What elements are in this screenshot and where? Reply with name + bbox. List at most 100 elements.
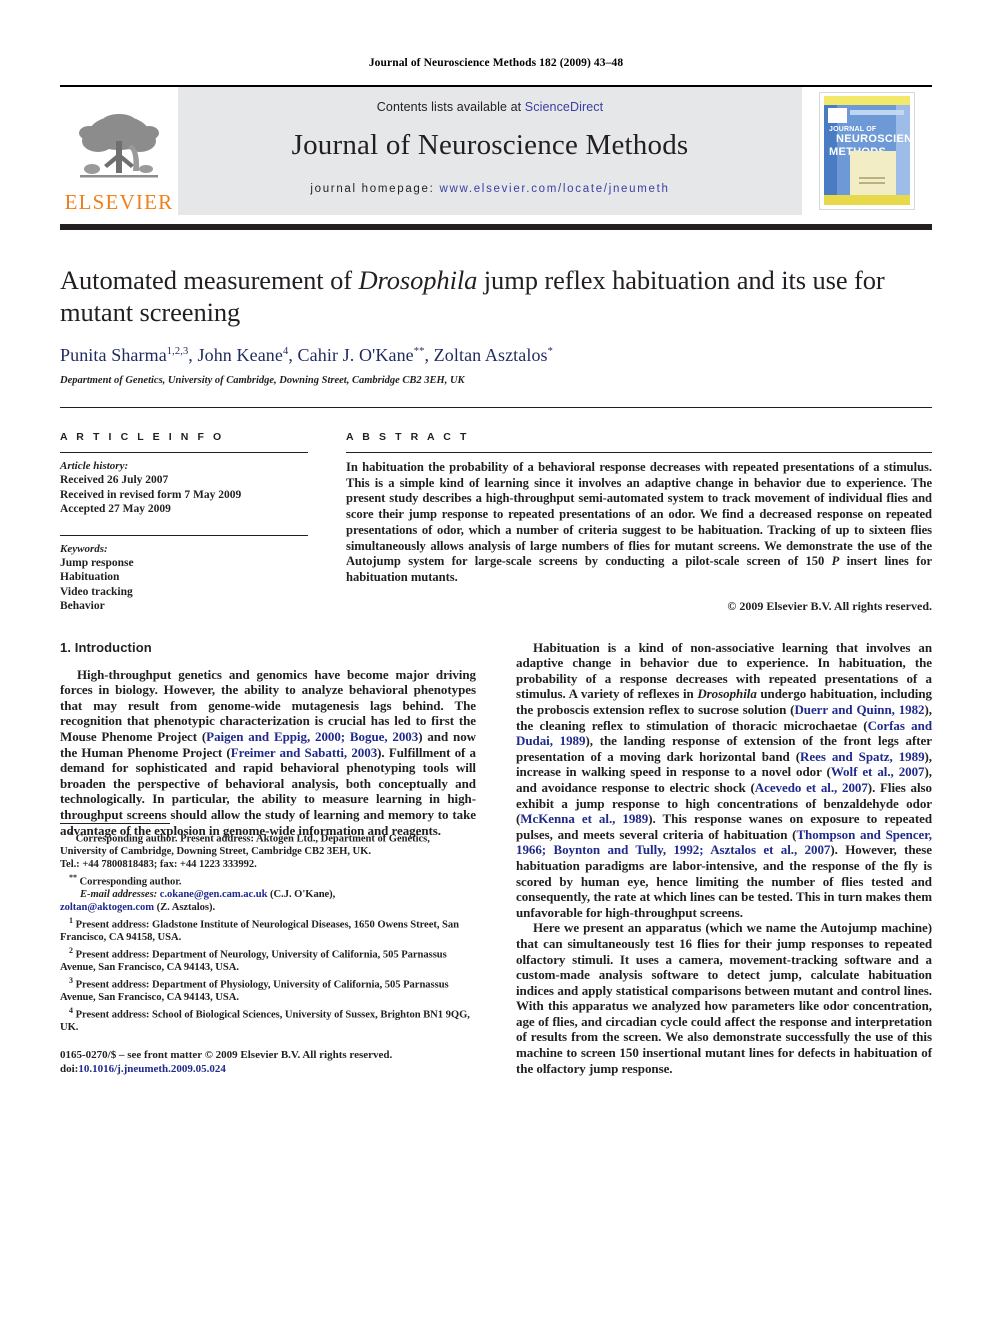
cover-title-line1: JOURNAL OF bbox=[829, 126, 877, 133]
footnote-address-4: 4 Present address: School of Biological … bbox=[60, 1005, 476, 1035]
sciencedirect-link[interactable]: ScienceDirect bbox=[525, 100, 603, 114]
author-affiliation: Department of Genetics, University of Ca… bbox=[60, 375, 465, 386]
keywords-rule bbox=[60, 534, 308, 536]
keyword-item: Jump response bbox=[60, 556, 134, 569]
cover-panel-line-1 bbox=[859, 177, 885, 179]
cover-bottom-stripe bbox=[824, 195, 910, 205]
footnote-corresponding-1: * Corresponding author. Present address:… bbox=[60, 829, 476, 859]
footnote-address-3: 3 Present address: Department of Physiol… bbox=[60, 975, 476, 1005]
cover-right-column bbox=[896, 105, 910, 205]
elsevier-wordmark: ELSEVIER bbox=[64, 190, 174, 214]
contents-prefix: Contents lists available at bbox=[376, 100, 525, 114]
history-item: Accepted 27 May 2009 bbox=[60, 503, 171, 515]
footnote-telephone: Tel.: +44 7800818483; fax: +44 1223 3339… bbox=[60, 858, 257, 870]
author-marks: 1,2,3 bbox=[166, 346, 189, 357]
homepage-url-link[interactable]: www.elsevier.com/locate/jneumeth bbox=[439, 183, 669, 195]
author-marks: * bbox=[547, 346, 554, 357]
keywords-label: Keywords: bbox=[60, 542, 108, 555]
paragraph-intro-2: Habituation is a kind of non-associative… bbox=[516, 640, 932, 921]
article-page: Journal of Neuroscience Methods 182 (200… bbox=[0, 0, 992, 1323]
title-part-1: Automated measurement of bbox=[60, 265, 359, 295]
abstract-heading: A B S T R A C T bbox=[346, 431, 470, 443]
article-history-label: Article history: bbox=[60, 460, 129, 472]
email-addresses-label: E-mail addresses: bbox=[80, 888, 158, 900]
footnote-email-line-2: zoltan@aktogen.com (Z. Asztalos). bbox=[60, 902, 476, 915]
cover-title-line2: NEUROSCIENCE bbox=[836, 133, 914, 145]
footnote-mark: ** bbox=[69, 872, 77, 882]
journal-homepage-line: journal homepage: www.elsevier.com/locat… bbox=[310, 183, 669, 195]
keywords-block: Keywords: Jump response Habituation Vide… bbox=[60, 534, 308, 614]
citation-link[interactable]: Acevedo et al., 2007 bbox=[755, 780, 868, 795]
footnote-address-1: 1 Present address: Gladstone Institute o… bbox=[60, 915, 476, 945]
citation-link[interactable]: Freimer and Sabatti, 2003 bbox=[231, 745, 378, 760]
article-info-column: A R T I C L E I N F O Article history: R… bbox=[60, 431, 308, 614]
section-heading-introduction: 1. Introduction bbox=[60, 639, 152, 655]
author-list: Punita Sharma1,2,3, John Keane4, Cahir J… bbox=[60, 345, 554, 365]
abstract-text: In habituation the probability of a beha… bbox=[346, 460, 932, 586]
paragraph-intro-1: High-throughput genetics and genomics ha… bbox=[60, 667, 476, 839]
cover-header-rule bbox=[850, 110, 904, 115]
contents-available-line: Contents lists available at ScienceDirec… bbox=[377, 100, 603, 114]
doi-link[interactable]: 10.1016/j.jneumeth.2009.05.024 bbox=[78, 1063, 226, 1075]
footnote-text: Present address: Department of Physiolog… bbox=[60, 979, 449, 1004]
author-marks: ** bbox=[413, 346, 425, 357]
footnote-mark: * bbox=[69, 829, 73, 839]
email-link-okane[interactable]: c.okane@gen.cam.ac.uk bbox=[160, 889, 268, 900]
author-marks: 4 bbox=[282, 346, 289, 357]
cover-panel-line-2 bbox=[859, 182, 885, 184]
footnote-text: Present address: School of Biological Sc… bbox=[60, 1009, 470, 1034]
author-name: Punita Sharma bbox=[60, 345, 167, 365]
title-block-divider bbox=[60, 407, 932, 408]
journal-cover-thumbnail: JOURNAL OF NEUROSCIENCE METHODS bbox=[819, 92, 915, 210]
title-block: Automated measurement of Drosophila jump… bbox=[60, 264, 932, 386]
cover-top-stripe bbox=[824, 96, 910, 105]
author-name: John Keane bbox=[197, 345, 283, 365]
abstract-column: A B S T R A C T In habituation the proba… bbox=[346, 431, 932, 614]
footnote-text: Present address: Department of Neurology… bbox=[60, 949, 447, 974]
right-column: Habituation is a kind of non-associative… bbox=[516, 640, 932, 1077]
citation-link[interactable]: Rees and Spatz, 1989 bbox=[800, 749, 925, 764]
history-item: Received in revised form 7 May 2009 bbox=[60, 488, 242, 501]
footnote-separator bbox=[60, 822, 170, 824]
footnote-email-line: E-mail addresses: c.okane@gen.cam.ac.uk … bbox=[60, 889, 476, 902]
keyword-item: Habituation bbox=[60, 571, 120, 583]
doi-line: doi:10.1016/j.jneumeth.2009.05.024 bbox=[60, 1063, 476, 1077]
abstract-part-1: In habituation the probability of a beha… bbox=[346, 460, 932, 569]
cover-cream-panel bbox=[850, 151, 896, 195]
para2-species: Drosophila bbox=[697, 686, 757, 702]
running-head: Journal of Neuroscience Methods 182 (200… bbox=[368, 57, 624, 69]
citation-link[interactable]: Duerr and Quinn, 1982 bbox=[794, 702, 924, 717]
author-name: Zoltan Asztalos bbox=[433, 345, 548, 365]
journal-cover-container: JOURNAL OF NEUROSCIENCE METHODS bbox=[802, 85, 932, 215]
citation-link[interactable]: McKenna et al., 1989 bbox=[520, 811, 648, 826]
homepage-prefix: journal homepage: bbox=[310, 183, 435, 195]
cover-publisher-mark bbox=[828, 108, 847, 123]
email-owner-okane: (C.J. O'Kane), bbox=[270, 888, 336, 900]
footnote-address-2: 2 Present address: Department of Neurolo… bbox=[60, 945, 476, 975]
elsevier-logo: ELSEVIER bbox=[60, 85, 178, 215]
abstract-copyright: © 2009 Elsevier B.V. All rights reserved… bbox=[727, 598, 932, 613]
paragraph-intro-3: Here we present an apparatus (which we n… bbox=[516, 920, 932, 1076]
left-column: 1. Introduction High-throughput genetics… bbox=[60, 640, 476, 1077]
footnotes-block: * Corresponding author. Present address:… bbox=[60, 822, 476, 1077]
history-item: Received 26 July 2007 bbox=[60, 474, 169, 486]
title-species: Drosophila bbox=[358, 265, 478, 295]
masthead-center-band: Contents lists available at ScienceDirec… bbox=[178, 85, 802, 215]
keyword-item: Behavior bbox=[60, 600, 105, 612]
footnote-text: Corresponding author. Present address: A… bbox=[60, 833, 430, 858]
footnote-mark: 1 bbox=[69, 915, 73, 925]
citation-link[interactable]: Wolf et al., 2007 bbox=[831, 764, 925, 779]
email-link-asztalos[interactable]: zoltan@aktogen.com bbox=[60, 902, 154, 913]
email-owner-asztalos: (Z. Asztalos). bbox=[156, 901, 216, 913]
masthead-divider-bar bbox=[60, 224, 932, 230]
doi-prefix: doi: bbox=[60, 1062, 79, 1075]
issn-frontmatter-line: 0165-0270/$ – see front matter © 2009 El… bbox=[60, 1049, 393, 1062]
article-info-rule bbox=[60, 452, 308, 453]
footnote-mark: 2 bbox=[69, 945, 73, 955]
footnote-text: Present address: Gladstone Institute of … bbox=[60, 919, 459, 943]
article-info-heading: A R T I C L E I N F O bbox=[60, 431, 225, 443]
keyword-item: Video tracking bbox=[60, 585, 133, 598]
journal-title: Journal of Neuroscience Methods bbox=[291, 129, 689, 161]
body-columns: 1. Introduction High-throughput genetics… bbox=[60, 640, 932, 1077]
citation-link[interactable]: Paigen and Eppig, 2000; Bogue, 2003 bbox=[206, 729, 418, 744]
